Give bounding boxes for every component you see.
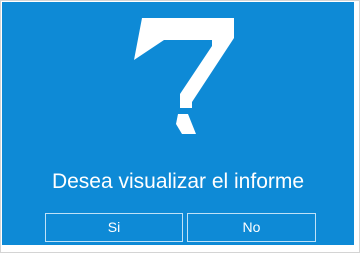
no-button[interactable]: No [187,213,316,242]
question-mark-icon [134,18,234,134]
confirm-dialog: Desea visualizar el informe Si No [0,0,360,253]
dialog-panel: Desea visualizar el informe Si No [2,2,354,245]
dialog-message: Desea visualizar el informe [51,170,305,193]
yes-button[interactable]: Si [45,213,183,242]
